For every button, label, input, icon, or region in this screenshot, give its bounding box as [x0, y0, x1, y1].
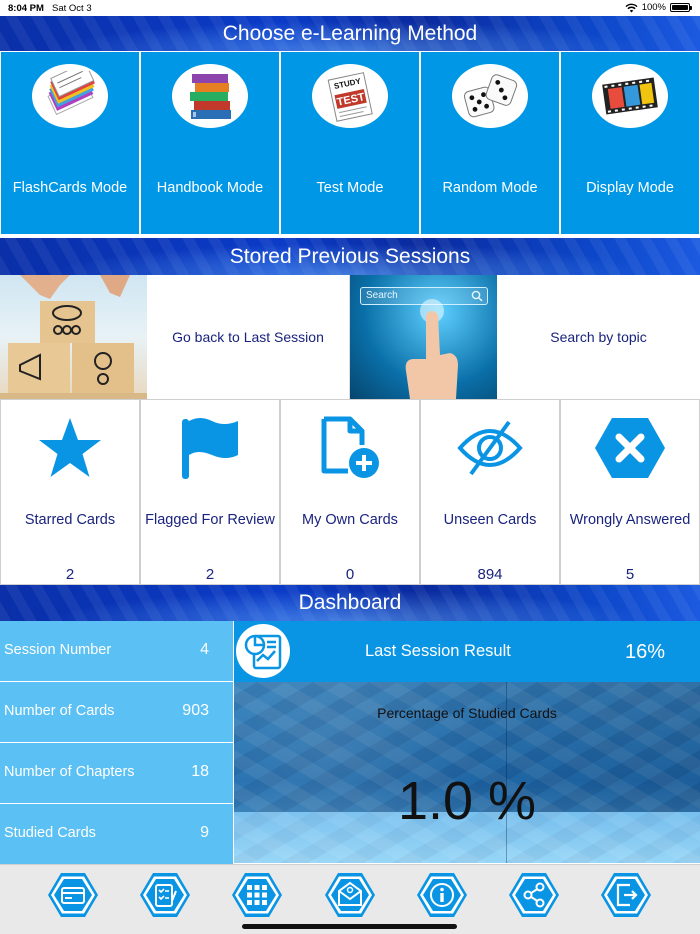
test-mode-button[interactable]: STUDY TEST Test Mode	[280, 51, 420, 235]
handbook-mode-button[interactable]: Handbook Mode	[140, 51, 280, 235]
studied-percentage-value: 1.0 %	[397, 771, 537, 831]
last-session-button[interactable]: Go back to Last Session	[0, 275, 350, 399]
unseen-cards-button[interactable]: Unseen Cards 894	[420, 399, 560, 585]
row-value: 4	[200, 641, 209, 658]
dashboard-stats: Session Number 4 Number of Cards 903 Num…	[0, 621, 234, 865]
mode-label: Display Mode	[586, 180, 674, 196]
row-value: 18	[191, 763, 209, 780]
methods-title: Choose e-Learning Method	[222, 21, 478, 45]
starred-cards-button[interactable]: Starred Cards 2	[0, 399, 140, 585]
search-topic-button[interactable]: Search Search by topic	[350, 275, 700, 399]
wooden-blocks-image	[0, 275, 147, 399]
number-of-cards-row: Number of Cards 903	[0, 682, 234, 743]
my-own-cards-button[interactable]: My Own Cards 0	[280, 399, 420, 585]
stat-count: 894	[477, 566, 503, 583]
studied-percentage-label: Percentage of Studied Cards	[377, 705, 557, 721]
battery-percent: 100%	[641, 2, 666, 13]
checklist-icon	[140, 873, 190, 917]
row-label: Number of Chapters	[4, 764, 135, 780]
dice-icon	[463, 74, 518, 118]
star-icon	[39, 418, 101, 477]
flagged-review-button[interactable]: Flagged For Review 2	[140, 399, 280, 585]
mode-label: FlashCards Mode	[12, 180, 128, 196]
row-label: Studied Cards	[4, 825, 96, 841]
share-tab[interactable]	[508, 871, 560, 919]
grid-tab[interactable]	[231, 871, 283, 919]
last-session-result-label: Last Session Result	[365, 642, 511, 660]
film-strip-icon	[602, 77, 658, 115]
number-of-chapters-row: Number of Chapters 18	[0, 743, 234, 804]
touch-search-image: Search	[350, 275, 497, 399]
row-label: Session Number	[4, 642, 112, 658]
studied-percentage-panel: Percentage of Studied Cards 1.0 %	[234, 682, 700, 863]
logout-tab[interactable]	[600, 871, 652, 919]
display-mode-button[interactable]: Display Mode	[560, 51, 700, 235]
cards-tab[interactable]	[47, 871, 99, 919]
dashboard-banner: Dashboard	[0, 585, 700, 621]
last-session-label: Go back to Last Session	[172, 329, 324, 345]
home-indicator	[242, 924, 457, 929]
session-number-row: Session Number 4	[0, 621, 234, 682]
status-bar: 8:04 PM Sat Oct 3 100%	[0, 0, 700, 16]
mode-label: Handbook Mode	[156, 180, 264, 196]
stat-count: 5	[625, 566, 635, 583]
sessions-banner: Stored Previous Sessions	[0, 238, 700, 275]
eye-slash-icon	[457, 420, 523, 476]
status-time: 8:04 PM	[8, 3, 44, 14]
stat-label: Flagged For Review	[145, 512, 275, 528]
mode-label: Test Mode	[316, 180, 384, 196]
row-value: 903	[182, 702, 209, 719]
flashcards-icon	[47, 71, 95, 116]
info-icon	[417, 873, 467, 917]
status-date: Sat Oct 3	[52, 3, 92, 14]
info-tab[interactable]	[416, 871, 468, 919]
stat-label: Unseen Cards	[443, 512, 537, 528]
row-value: 9	[200, 824, 209, 841]
dashboard-title: Dashboard	[298, 591, 402, 614]
wifi-icon	[625, 3, 638, 12]
stat-count: 2	[205, 566, 215, 583]
close-hexagon-icon	[595, 418, 665, 478]
methods-banner: Choose e-Learning Method	[0, 16, 700, 51]
last-session-result-value: 16%	[625, 641, 666, 663]
logout-icon	[601, 873, 651, 917]
flashcards-mode-button[interactable]: FlashCards Mode	[0, 51, 140, 235]
random-mode-button[interactable]: Random Mode	[420, 51, 560, 235]
mode-label: Random Mode	[442, 180, 538, 196]
stats-grid: Starred Cards 2 Flagged For Review 2 My …	[0, 399, 700, 585]
pointing-hand-icon	[405, 299, 458, 399]
books-icon	[190, 74, 231, 119]
row-label: Number of Cards	[4, 703, 115, 719]
flag-icon	[182, 418, 238, 479]
mode-grid: FlashCards Mode Handbook Mode STUDY TEST…	[0, 51, 700, 235]
study-test-icon: STUDY TEST	[327, 72, 373, 122]
stat-label: Wrongly Answered	[569, 512, 691, 528]
stat-label: Starred Cards	[24, 512, 116, 528]
mail-icon	[325, 873, 375, 917]
sessions-title: Stored Previous Sessions	[229, 244, 471, 268]
grid-icon	[232, 873, 282, 917]
checklist-tab[interactable]	[139, 871, 191, 919]
stat-label: My Own Cards	[302, 512, 398, 528]
add-document-icon	[321, 416, 379, 478]
card-icon	[48, 873, 98, 917]
stat-count: 0	[345, 566, 355, 583]
search-topic-label: Search by topic	[550, 329, 647, 345]
studied-cards-row: Studied Cards 9	[0, 804, 234, 865]
mail-tab[interactable]	[324, 871, 376, 919]
wrongly-answered-button[interactable]: Wrongly Answered 5	[560, 399, 700, 585]
share-icon	[509, 873, 559, 917]
stat-count: 2	[65, 566, 75, 583]
last-session-result-panel: Last Session Result 16%	[234, 621, 700, 682]
report-chart-icon	[244, 634, 282, 670]
battery-icon	[670, 3, 692, 12]
